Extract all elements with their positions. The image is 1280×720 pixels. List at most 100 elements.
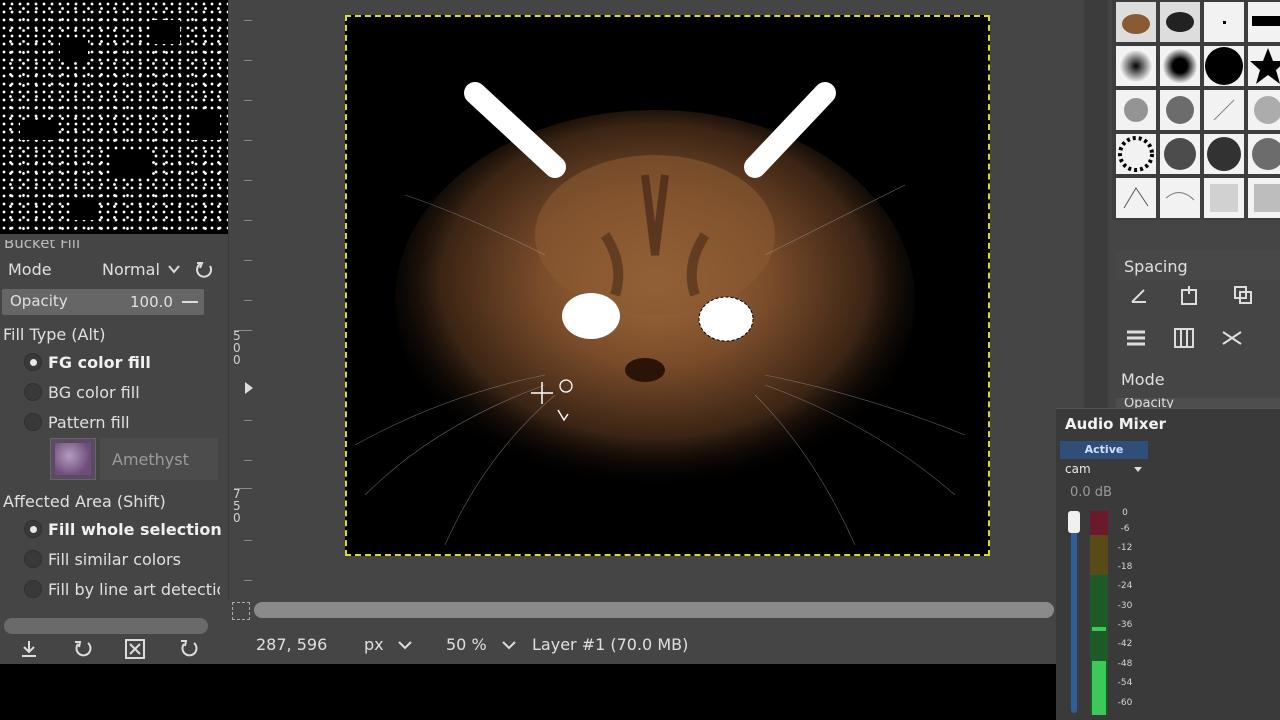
layer-info: Layer #1 (70.0 MB) [532, 635, 689, 654]
meter-scale-label: -36 [1117, 620, 1133, 630]
affected-similar[interactable]: Fill similar colors [48, 550, 181, 569]
opacity-value: 100.0 [130, 293, 173, 311]
audio-mixer: Audio Mixer Active cam 0.0 dB [1056, 408, 1280, 720]
ruler-label-750: 750 [233, 487, 241, 525]
panel-separator [1084, 0, 1108, 408]
save-options-icon[interactable] [18, 638, 40, 660]
brush-block[interactable] [1248, 2, 1280, 42]
volume-fader-track[interactable] [1071, 517, 1077, 713]
radio-fill-similar[interactable] [24, 550, 42, 568]
options-scrollbar[interactable] [4, 618, 208, 634]
mode-label: Mode [8, 260, 52, 279]
image-canvas[interactable] [345, 15, 990, 556]
restore-options-icon[interactable] [72, 638, 94, 660]
brush-fuzzy-2[interactable] [1160, 46, 1200, 86]
tool-options-panel: Bucket Fill Mode Normal Opacity 100.0 Fi… [0, 234, 228, 664]
radio-fill-whole[interactable] [24, 520, 42, 538]
ruler-pointer-icon [245, 382, 253, 394]
brush-sketch-3[interactable] [1204, 178, 1244, 218]
brush-splatter-4[interactable] [1248, 90, 1280, 130]
tab-active[interactable]: Active [1060, 441, 1148, 459]
source-name: cam [1065, 462, 1091, 476]
pattern-name: Amethyst [112, 450, 189, 469]
meter-scale-label: 0 [1122, 508, 1128, 518]
fill-type-bg[interactable]: BG color fill [48, 383, 140, 402]
zoom-dropdown[interactable]: 50 % [436, 630, 532, 660]
pattern-name-field[interactable]: Amethyst [100, 438, 218, 480]
brush-hard-circle[interactable] [1204, 46, 1244, 86]
chevron-down-icon [168, 265, 180, 274]
spacing-slider[interactable]: Spacing [1116, 250, 1280, 280]
brush-texture-4[interactable] [1248, 134, 1280, 174]
brush-texture-3[interactable] [1204, 134, 1244, 174]
link-icon[interactable] [1220, 326, 1244, 350]
edit-brush-icon[interactable] [1128, 284, 1150, 306]
opacity-label: Opacity [10, 292, 68, 310]
fill-type-label: Fill Type (Alt) [3, 325, 106, 344]
unit-value: px [364, 635, 384, 654]
tool-title: Bucket Fill [4, 234, 81, 252]
radio-pattern-fill[interactable] [24, 413, 42, 431]
bucket-fill-cursor-icon [531, 379, 573, 422]
mode-value: Normal [102, 260, 160, 279]
ruler-label-500: 500 [233, 329, 241, 367]
brush-cat-1[interactable] [1116, 2, 1156, 42]
pointer-coordinates: 287, 596 [256, 635, 328, 654]
brush-splatter-1[interactable] [1116, 90, 1156, 130]
reset-options-icon[interactable] [178, 638, 200, 660]
volume-level: 0.0 dB [1070, 485, 1112, 500]
brush-star[interactable] [1248, 46, 1280, 86]
radio-bg-fill[interactable] [24, 383, 42, 401]
affected-area-label: Affected Area (Shift) [3, 492, 166, 511]
meter-scale-label: -24 [1117, 581, 1133, 591]
zoom-value: 50 % [446, 635, 487, 654]
fill-type-fg[interactable]: FG color fill [48, 353, 151, 372]
mode-dropdown[interactable]: Normal [98, 258, 186, 282]
vertical-ruler: 500 750 [228, 0, 254, 600]
brush-splatter-2[interactable] [1160, 90, 1200, 130]
brush-sketch-1[interactable] [1116, 178, 1156, 218]
unit-dropdown[interactable]: px [352, 630, 422, 660]
chevron-down-icon [398, 641, 412, 650]
meter-scale-label: -54 [1117, 678, 1133, 688]
brush-cat-2[interactable] [1160, 2, 1200, 42]
horizontal-scrollbar[interactable] [254, 602, 1054, 620]
list-view-icon[interactable] [1124, 326, 1148, 350]
pattern-swatch[interactable] [50, 438, 96, 480]
fill-type-pattern[interactable]: Pattern fill [48, 413, 130, 432]
duplicate-brush-icon[interactable] [1232, 284, 1254, 306]
pattern-preview [0, 0, 240, 240]
brush-sketch-2[interactable] [1160, 178, 1200, 218]
minus-icon[interactable] [182, 301, 198, 303]
spacing-label: Spacing [1124, 257, 1188, 276]
volume-fader-handle[interactable] [1068, 511, 1080, 533]
brush-fuzzy-1[interactable] [1116, 46, 1156, 86]
brush-pixel[interactable] [1204, 2, 1244, 42]
radio-fill-line-art[interactable] [24, 580, 42, 598]
meter-scale-label: -60 [1117, 698, 1133, 708]
mixer-title: Audio Mixer [1065, 415, 1167, 433]
brush-sketch-4[interactable] [1248, 178, 1280, 218]
meter-scale-label: -6 [1120, 524, 1130, 534]
chevron-down-icon [502, 641, 516, 650]
meter-scale-label: -12 [1117, 543, 1133, 553]
brush-texture-2[interactable] [1160, 134, 1200, 174]
source-dropdown[interactable]: cam [1060, 459, 1148, 481]
delete-options-icon[interactable] [124, 638, 146, 660]
status-bar: 287, 596 px 50 % Layer #1 (70.0 MB) [228, 628, 1058, 664]
level-meter [1090, 511, 1108, 715]
meter-scale-label: -30 [1117, 601, 1133, 611]
reset-mode-icon[interactable] [194, 260, 216, 280]
new-brush-icon[interactable] [1178, 284, 1200, 306]
meter-scale-label: -18 [1117, 562, 1133, 572]
brush-mode-label: Mode [1121, 370, 1165, 389]
brush-splatter-3[interactable] [1204, 90, 1244, 130]
opacity-slider[interactable]: Opacity 100.0 [2, 289, 204, 315]
affected-whole[interactable]: Fill whole selection [48, 520, 222, 539]
grid-view-icon[interactable] [1172, 326, 1196, 350]
radio-fg-fill[interactable] [24, 353, 42, 371]
navigate-icon[interactable] [232, 602, 250, 620]
brush-texture-1[interactable] [1116, 134, 1156, 174]
affected-line-art[interactable]: Fill by line art detection [48, 580, 220, 599]
chevron-down-icon [1134, 467, 1142, 472]
